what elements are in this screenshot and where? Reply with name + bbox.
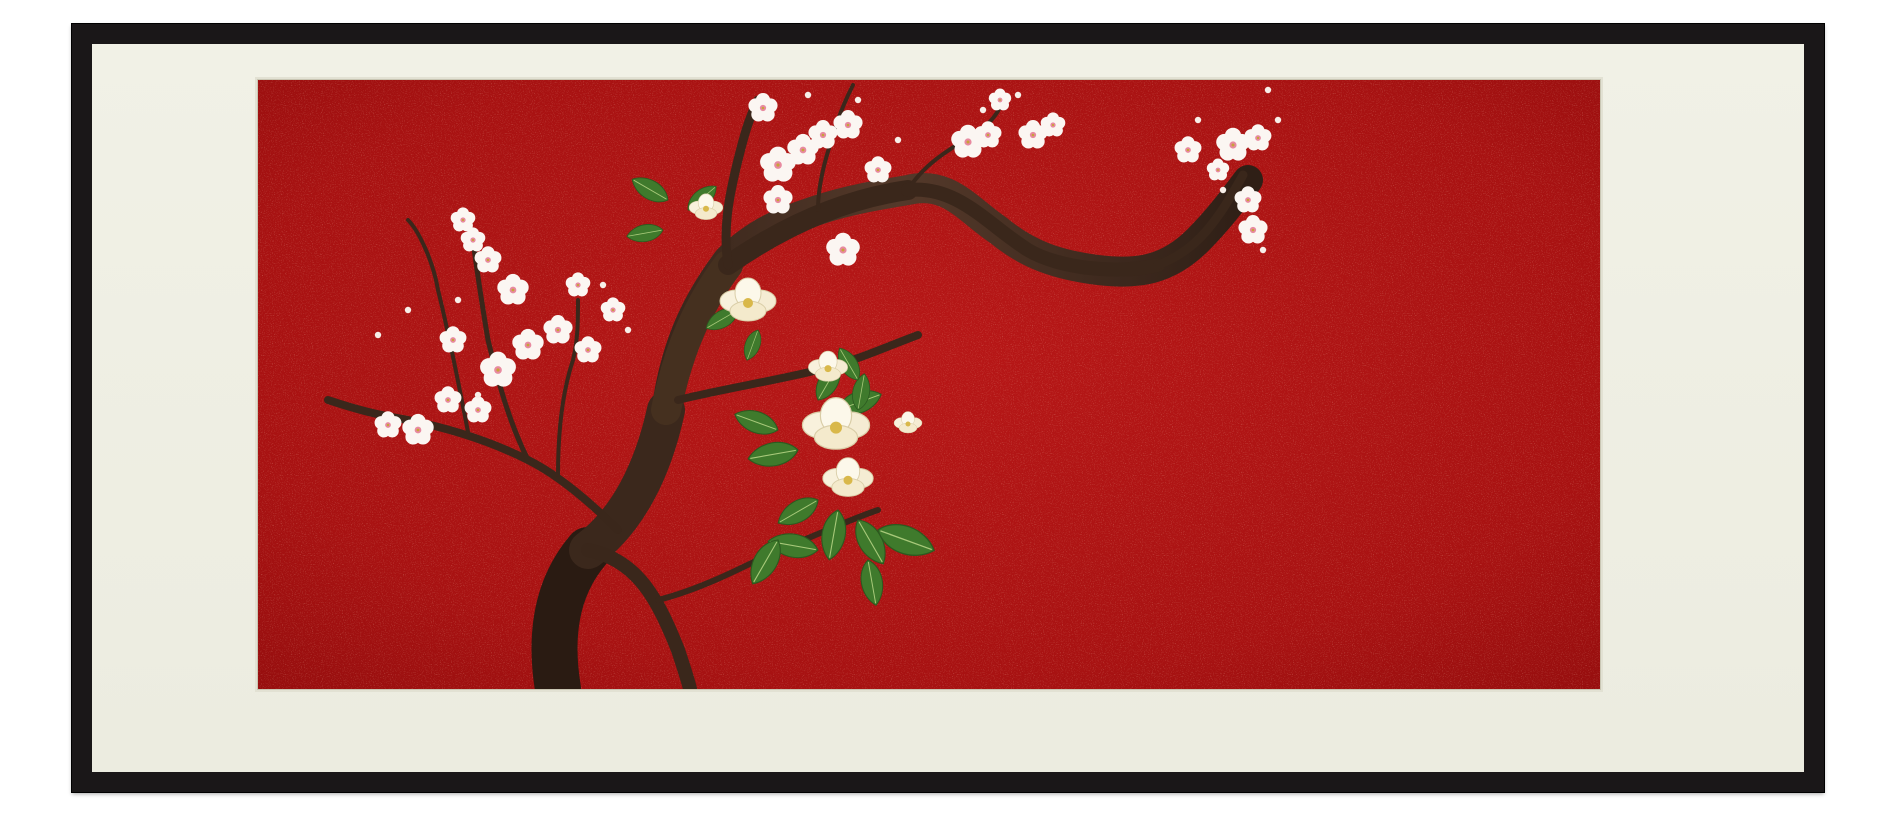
bud-icon — [474, 391, 482, 399]
painting — [258, 80, 1600, 689]
bud-icon — [404, 306, 412, 314]
bud-icon — [1264, 86, 1272, 94]
bud-icon — [1194, 116, 1202, 124]
bud-icon — [1259, 246, 1267, 254]
bud-icon — [1274, 116, 1282, 124]
painting-canvas — [258, 80, 1600, 689]
bud-icon — [624, 326, 632, 334]
bud-icon — [1219, 186, 1227, 194]
bud-icon — [979, 106, 987, 114]
bud-icon — [894, 136, 902, 144]
bud-icon — [1014, 91, 1022, 99]
bud-icon — [599, 281, 607, 289]
bud-icon — [854, 96, 862, 104]
bud-icon — [374, 331, 382, 339]
bud-icon — [454, 296, 462, 304]
bud-icon — [804, 91, 812, 99]
